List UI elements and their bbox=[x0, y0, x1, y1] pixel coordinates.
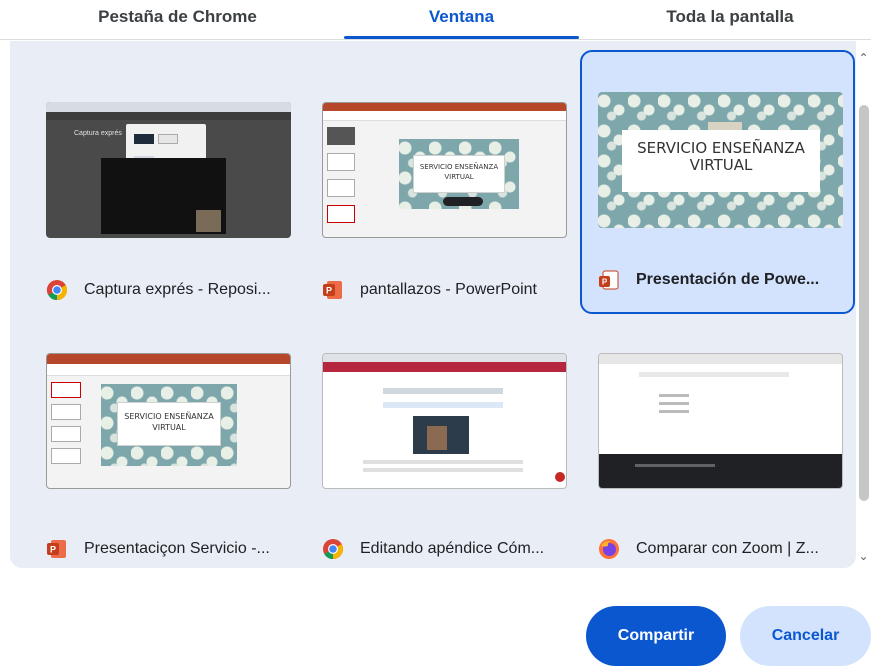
thumbnail-text: SERVICIO ENSEÑANZA VIRTUAL bbox=[124, 412, 214, 432]
window-thumbnail bbox=[322, 353, 567, 489]
firefox-icon bbox=[599, 539, 619, 559]
window-label: P Presentaciçon Servicio -... bbox=[46, 537, 296, 561]
powerpoint-icon: P bbox=[599, 270, 619, 290]
source-tabs: Pestaña de Chrome Ventana Toda la pantal… bbox=[0, 0, 871, 40]
window-title: pantallazos - PowerPoint bbox=[360, 281, 537, 298]
tab-entire-screen[interactable]: Toda la pantalla bbox=[600, 0, 860, 40]
window-label: Comparar con Zoom | Z... bbox=[598, 537, 848, 561]
powerpoint-icon: P bbox=[323, 281, 342, 299]
thumbnail-text: SERVICIO ENSEÑANZA VIRTUAL bbox=[419, 163, 499, 181]
window-title: Presentación de Powe... bbox=[636, 271, 820, 288]
window-thumbnail: Captura exprés bbox=[46, 102, 291, 238]
thumbnail-text: SERVICIO ENSEÑANZA VIRTUAL bbox=[637, 139, 805, 174]
window-card-captura[interactable]: Captura exprés Captura exprés - Reposi..… bbox=[10, 50, 291, 314]
window-title: Captura exprés - Reposi... bbox=[84, 281, 271, 298]
chrome-icon bbox=[46, 280, 68, 301]
window-label: Editando apéndice Cóm... bbox=[322, 537, 572, 561]
grid-scrollbar[interactable]: ⌃ ⌄ bbox=[856, 41, 871, 568]
scroll-up-icon[interactable]: ⌃ bbox=[858, 52, 869, 64]
window-thumbnail: SERVICIO ENSEÑANZA VIRTUAL bbox=[46, 353, 291, 489]
window-thumbnail: SERVICIO ENSEÑANZA VIRTUAL bbox=[322, 102, 567, 238]
window-card-presentacicon-servicio[interactable]: SERVICIO ENSEÑANZA VIRTUAL P Presentaciç… bbox=[10, 309, 291, 568]
powerpoint-icon: P bbox=[47, 540, 66, 558]
scroll-thumb[interactable] bbox=[859, 105, 869, 501]
cancel-button[interactable]: Cancelar bbox=[740, 606, 871, 666]
thumbnail-text: Captura exprés bbox=[74, 130, 122, 137]
window-label: P Presentación de Powe... bbox=[598, 268, 848, 292]
svg-text:P: P bbox=[50, 545, 56, 555]
tabs-divider bbox=[0, 39, 871, 40]
window-card-pantallazos[interactable]: SERVICIO ENSEÑANZA VIRTUAL P pantallazos… bbox=[286, 50, 567, 314]
scroll-down-icon[interactable]: ⌄ bbox=[858, 550, 869, 562]
window-grid: Captura exprés Captura exprés - Reposi..… bbox=[10, 41, 856, 568]
window-title: Editando apéndice Cóm... bbox=[360, 540, 545, 557]
window-label: P pantallazos - PowerPoint bbox=[322, 278, 572, 302]
tab-chrome-tab[interactable]: Pestaña de Chrome bbox=[40, 0, 315, 40]
chrome-icon bbox=[323, 539, 344, 560]
window-thumbnail: SERVICIO ENSEÑANZA VIRTUAL bbox=[598, 92, 843, 228]
share-button[interactable]: Compartir bbox=[586, 606, 726, 666]
window-thumbnail bbox=[598, 353, 843, 489]
window-title: Comparar con Zoom | Z... bbox=[636, 540, 819, 557]
window-card-comparar-zoom[interactable]: Comparar con Zoom | Z... bbox=[562, 309, 843, 568]
svg-text:P: P bbox=[602, 278, 608, 287]
window-card-editando-apendice[interactable]: Editando apéndice Cóm... bbox=[286, 309, 567, 568]
svg-text:P: P bbox=[326, 286, 332, 296]
window-title: Presentaciçon Servicio -... bbox=[84, 540, 270, 557]
tab-window[interactable]: Ventana bbox=[344, 0, 579, 40]
window-label: Captura exprés - Reposi... bbox=[46, 278, 296, 302]
window-card-presentacion[interactable]: SERVICIO ENSEÑANZA VIRTUAL P Presentació… bbox=[580, 50, 855, 314]
